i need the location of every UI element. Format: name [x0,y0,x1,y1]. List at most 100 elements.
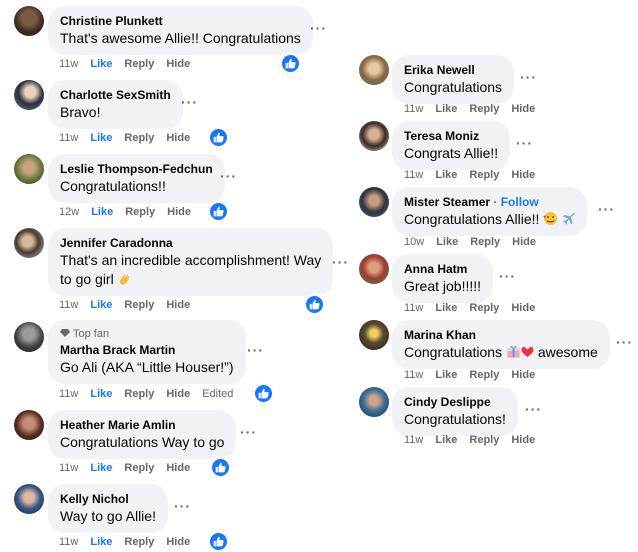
edited-label[interactable]: Edited [202,388,233,400]
like-reaction-icon[interactable] [208,201,229,222]
avatar[interactable] [359,121,389,151]
like-button[interactable]: Like [90,536,112,548]
like-button[interactable]: Like [90,132,112,144]
like-button[interactable]: Like [90,58,112,70]
avatar[interactable] [14,484,44,514]
commenter-name[interactable]: Erika Newell [404,63,502,78]
timestamp[interactable]: 11w [59,462,78,474]
more-options-icon[interactable]: ··· [516,136,533,150]
commenter-name[interactable]: Teresa Moniz [404,129,498,144]
hide-button[interactable]: Hide [166,388,190,400]
reply-button[interactable]: Reply [124,462,154,474]
hide-button[interactable]: Hide [166,299,190,311]
avatar[interactable] [14,80,44,110]
hide-button[interactable]: Hide [166,536,190,548]
timestamp[interactable]: 11w [404,103,423,115]
like-reaction-icon[interactable] [210,457,231,478]
more-options-icon[interactable]: ··· [247,343,264,357]
timestamp[interactable]: 10w [404,236,424,248]
avatar[interactable] [359,254,389,284]
like-button[interactable]: Like [435,369,457,381]
timestamp[interactable]: 11w [404,302,423,314]
timestamp[interactable]: 12w [59,206,79,218]
reply-button[interactable]: Reply [124,58,154,70]
more-options-icon[interactable]: ··· [499,269,516,283]
like-button[interactable]: Like [435,302,457,314]
like-button[interactable]: Like [90,462,112,474]
reply-button[interactable]: Reply [124,536,154,548]
more-options-icon[interactable]: ··· [525,402,542,416]
avatar[interactable] [359,387,389,417]
hide-button[interactable]: Hide [511,302,535,314]
commenter-name[interactable]: Mister Steamer [404,195,490,209]
hide-button[interactable]: Hide [511,103,535,115]
hide-button[interactable]: Hide [166,58,190,70]
avatar[interactable] [14,322,44,352]
commenter-name[interactable]: Christine Plunkett [60,14,301,29]
more-options-icon[interactable]: ··· [310,21,327,35]
like-button[interactable]: Like [90,299,112,311]
hide-button[interactable]: Hide [511,434,535,446]
like-button[interactable]: Like [91,206,113,218]
timestamp[interactable]: 11w [404,169,423,181]
timestamp[interactable]: 11w [404,369,423,381]
timestamp[interactable]: 11w [59,132,78,144]
reply-button[interactable]: Reply [470,236,500,248]
more-options-icon[interactable]: ··· [220,169,237,183]
like-button[interactable]: Like [436,236,458,248]
timestamp[interactable]: 11w [59,58,78,70]
like-reaction-icon[interactable] [208,531,229,552]
hide-button[interactable]: Hide [166,132,190,144]
hide-button[interactable]: Hide [511,369,535,381]
timestamp[interactable]: 11w [59,536,78,548]
like-button[interactable]: Like [90,388,112,400]
reply-button[interactable]: Reply [124,132,154,144]
commenter-name[interactable]: Cindy Deslippe [404,395,506,410]
more-options-icon[interactable]: ··· [174,499,191,513]
hide-button[interactable]: Hide [166,462,190,474]
like-reaction-icon[interactable] [208,127,229,148]
commenter-name[interactable]: Leslie Thompson-Fedchun [60,162,213,177]
like-button[interactable]: Like [435,169,457,181]
commenter-name[interactable]: Kelly Nichol [60,492,156,507]
commenter-name[interactable]: Marina Khan [404,328,598,343]
reply-button[interactable]: Reply [124,299,154,311]
more-options-icon[interactable]: ··· [616,335,633,349]
avatar[interactable] [14,410,44,440]
hide-button[interactable]: Hide [167,206,191,218]
hide-button[interactable]: Hide [512,236,536,248]
reply-button[interactable]: Reply [469,369,499,381]
like-reaction-icon[interactable] [253,383,274,404]
avatar[interactable] [359,187,389,217]
commenter-name[interactable]: Martha Brack Martin [60,343,234,358]
commenter-name[interactable]: Charlotte SexSmith [60,88,171,103]
reply-button[interactable]: Reply [469,434,499,446]
follow-button[interactable]: · Follow [490,195,538,209]
avatar[interactable] [359,55,389,85]
avatar[interactable] [359,320,389,350]
commenter-name[interactable]: Heather Marie Amlin [60,418,224,433]
reply-button[interactable]: Reply [125,206,155,218]
more-options-icon[interactable]: ··· [181,95,198,109]
reply-button[interactable]: Reply [124,388,154,400]
like-reaction-icon[interactable] [304,294,325,315]
commenter-name[interactable]: Jennifer Caradonna [60,236,321,251]
like-reaction-icon[interactable] [280,53,301,74]
commenter-name[interactable]: Anna Hatm [404,262,481,277]
like-button[interactable]: Like [435,103,457,115]
more-options-icon[interactable]: ··· [332,255,349,269]
more-options-icon[interactable]: ··· [598,202,615,216]
reply-button[interactable]: Reply [469,103,499,115]
timestamp[interactable]: 11w [404,434,423,446]
more-options-icon[interactable]: ··· [520,70,537,84]
reply-button[interactable]: Reply [469,169,499,181]
avatar[interactable] [14,154,44,184]
hide-button[interactable]: Hide [511,169,535,181]
reply-button[interactable]: Reply [469,302,499,314]
like-button[interactable]: Like [435,434,457,446]
timestamp[interactable]: 11w [59,388,78,400]
timestamp[interactable]: 11w [59,299,78,311]
avatar[interactable] [14,6,44,36]
more-options-icon[interactable]: ··· [240,425,257,439]
avatar[interactable] [14,228,44,258]
